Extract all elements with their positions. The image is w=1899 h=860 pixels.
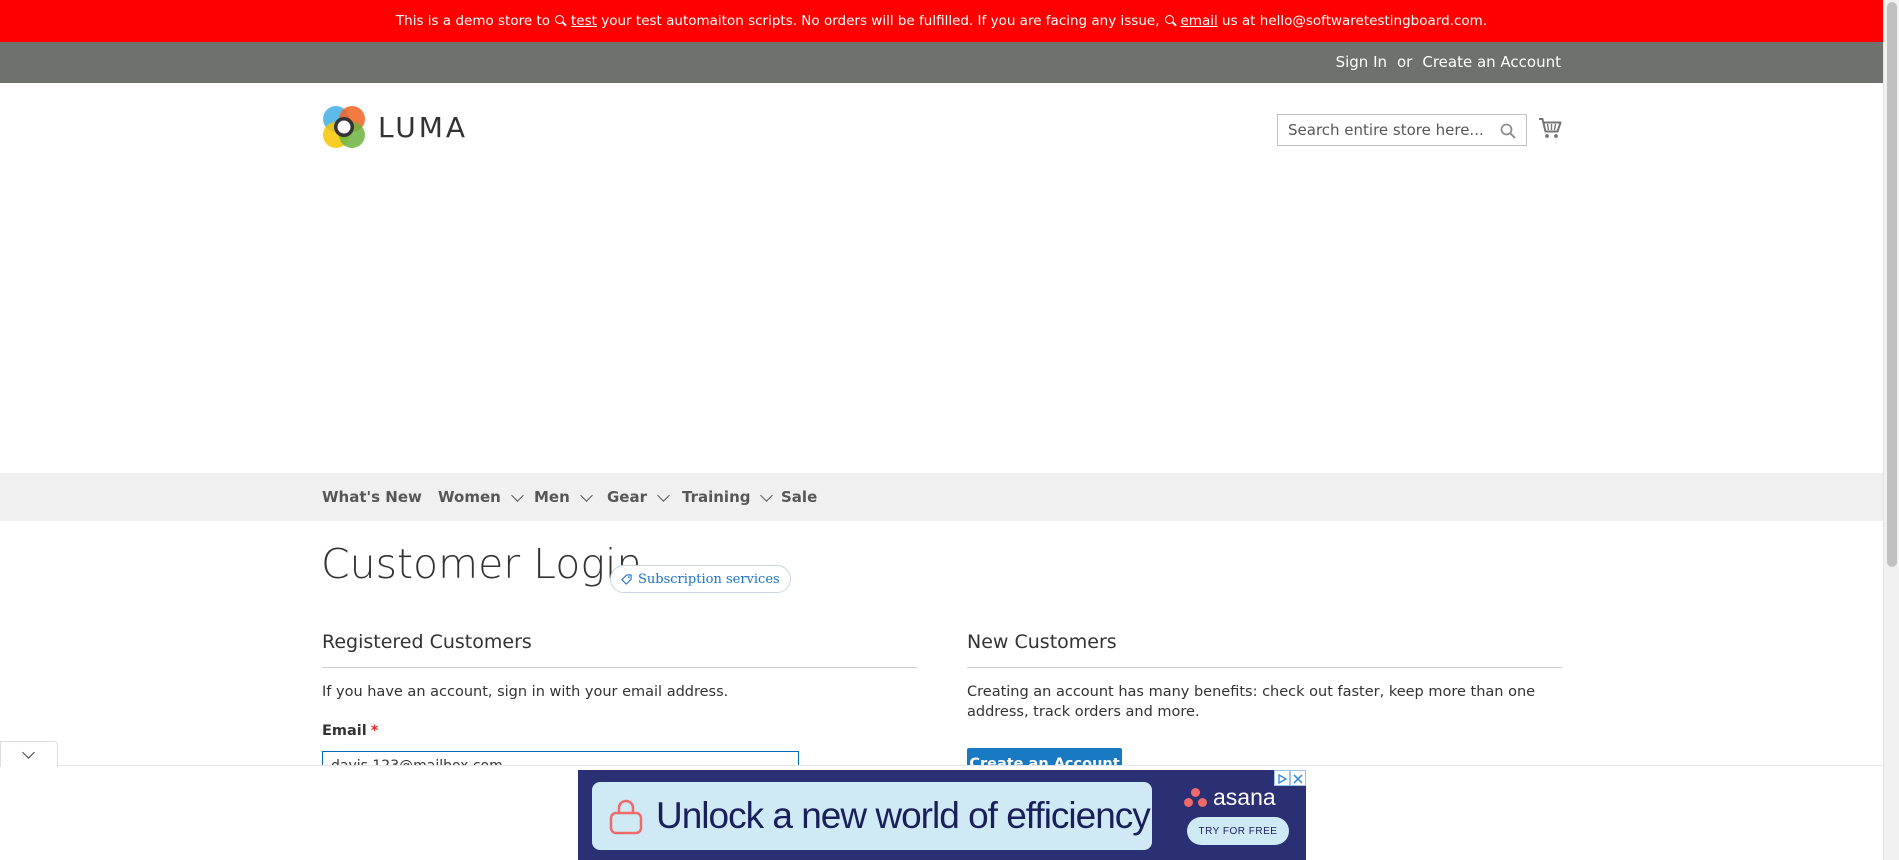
adchoices-icon[interactable] bbox=[1274, 770, 1290, 786]
nav-item-gear[interactable]: Gear bbox=[607, 473, 670, 521]
lock-icon bbox=[609, 799, 643, 835]
search-icon[interactable] bbox=[1500, 123, 1516, 139]
cart-icon[interactable] bbox=[1538, 116, 1562, 140]
demo-notice-banner: This is a demo store to test your test a… bbox=[0, 0, 1883, 42]
new-customers-text: Creating an account has many benefits: c… bbox=[967, 684, 1536, 720]
search-input[interactable] bbox=[1278, 115, 1493, 145]
asana-dots-icon bbox=[1184, 787, 1208, 808]
page-title: Customer Login bbox=[321, 540, 643, 588]
create-account-link[interactable]: Create an Account bbox=[1422, 53, 1561, 71]
nav-label: What's New bbox=[322, 488, 422, 506]
nav-item-women[interactable]: Women bbox=[438, 473, 524, 521]
new-customers-title: New Customers bbox=[967, 631, 1117, 653]
banner-email-link[interactable]: email bbox=[1181, 13, 1218, 29]
divider bbox=[967, 667, 1562, 668]
asana-brand: asana bbox=[1213, 784, 1276, 810]
search-icon bbox=[555, 14, 568, 28]
email-label-text: Email bbox=[322, 723, 367, 739]
close-icon[interactable] bbox=[1290, 770, 1306, 786]
search-icon bbox=[1164, 14, 1178, 28]
registered-customers-title: Registered Customers bbox=[322, 631, 532, 653]
asana-logo: asana bbox=[1184, 784, 1276, 811]
chevron-down-icon bbox=[22, 746, 35, 759]
logo-text: LUMA bbox=[378, 110, 469, 144]
banner-text-1: This is a demo store to bbox=[395, 13, 551, 29]
scrollbar-thumb[interactable] bbox=[1887, 2, 1897, 567]
panel-header: Sign In or Create an Account bbox=[0, 42, 1883, 83]
nav-label: Women bbox=[438, 488, 501, 506]
asana-ad-banner[interactable]: Unlock a new world of efficiency asana T… bbox=[578, 770, 1306, 860]
chevron-down-icon bbox=[579, 488, 593, 502]
banner-test-link[interactable]: test bbox=[571, 13, 597, 29]
nav-item-men[interactable]: Men bbox=[534, 473, 593, 521]
store-logo[interactable]: LUMA bbox=[322, 105, 468, 149]
nav-item-sale[interactable]: Sale bbox=[781, 473, 817, 521]
search-box bbox=[1277, 114, 1527, 146]
nav-label: Gear bbox=[607, 488, 648, 506]
badge-label: Subscription services bbox=[638, 571, 780, 587]
nav-label: Training bbox=[682, 488, 751, 506]
tag-icon bbox=[621, 573, 632, 585]
header-or-text: or bbox=[1397, 53, 1413, 71]
main-navigation: What's New Women Men Gear Training Sale bbox=[0, 473, 1883, 521]
divider bbox=[322, 667, 917, 668]
nav-label: Men bbox=[534, 488, 570, 506]
chevron-down-icon bbox=[510, 488, 524, 502]
chevron-down-icon bbox=[657, 488, 670, 502]
sign-in-link[interactable]: Sign In bbox=[1336, 53, 1387, 71]
try-for-free-button[interactable]: TRY FOR FREE bbox=[1187, 817, 1289, 845]
banner-text-3: us at hello@softwaretestingboard.com. bbox=[1222, 13, 1488, 29]
ad-message-panel: Unlock a new world of efficiency bbox=[592, 782, 1152, 850]
header-links: Sign In or Create an Account bbox=[1336, 53, 1561, 71]
ad-collapse-toggle[interactable] bbox=[0, 741, 58, 767]
email-label: Email * bbox=[322, 723, 378, 739]
required-marker: * bbox=[370, 723, 379, 739]
page-scrollbar[interactable] bbox=[1883, 0, 1899, 860]
banner-text-2: your test automaiton scripts. No orders … bbox=[601, 13, 1160, 29]
subscription-services-badge[interactable]: Subscription services bbox=[610, 565, 791, 593]
luma-logo-icon bbox=[323, 106, 365, 148]
registered-intro: If you have an account, sign in with you… bbox=[322, 684, 729, 700]
chevron-down-icon bbox=[760, 488, 774, 502]
nav-item-whats-new[interactable]: What's New bbox=[322, 473, 422, 521]
nav-label: Sale bbox=[781, 488, 818, 506]
ad-headline: Unlock a new world of efficiency bbox=[656, 795, 1151, 836]
nav-item-training[interactable]: Training bbox=[682, 473, 774, 521]
